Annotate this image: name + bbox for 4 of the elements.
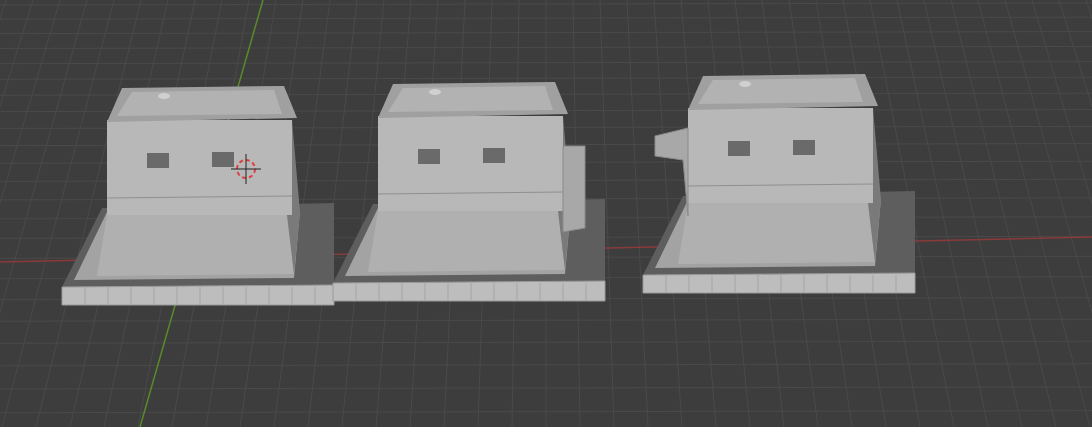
building-model-drawing[interactable] <box>332 82 606 302</box>
building-model-drawing[interactable] <box>61 86 335 306</box>
3d-cursor-icon[interactable] <box>230 153 262 185</box>
building-model-drawing[interactable] <box>642 74 916 294</box>
